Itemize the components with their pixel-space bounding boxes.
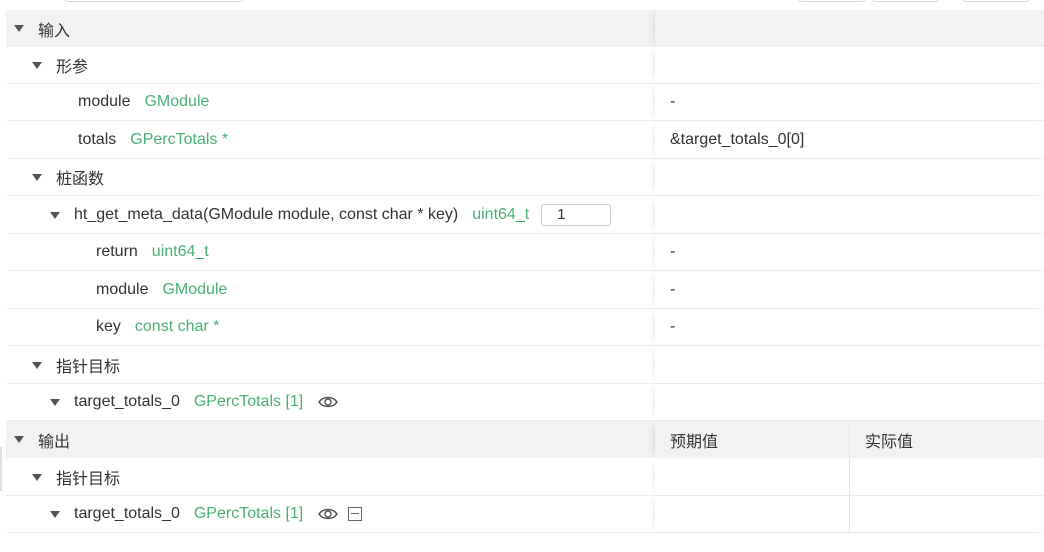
group-label: 桩函数 — [56, 171, 105, 188]
collapse-caret-icon[interactable] — [14, 436, 24, 443]
stub-return-type: uint64_t — [472, 206, 530, 223]
column-divider — [849, 496, 850, 532]
stub-row-module[interactable]: module GModule - — [6, 272, 1044, 309]
stub-field-name: return — [96, 243, 138, 260]
pointer-target-row[interactable]: target_totals_0 GPercTotals [1] — [6, 384, 1044, 421]
stub-field-value: - — [670, 243, 676, 260]
value-cell[interactable]: - — [655, 234, 1044, 270]
pointer-targets-group[interactable]: 指针目标 — [6, 347, 1044, 384]
stub-field-type: const char * — [134, 318, 220, 335]
target-type: GPercTotals [1] — [193, 505, 304, 522]
output-column-headers: 预期值 实际值 — [655, 421, 1044, 458]
collapse-caret-icon[interactable] — [32, 361, 42, 369]
stub-row-key[interactable]: key const char * - — [6, 309, 1044, 346]
param-type: GModule — [144, 93, 210, 110]
param-value: &target_totals_0[0] — [670, 131, 805, 148]
value-cell[interactable]: &target_totals_0[0] — [655, 122, 1044, 158]
collapse-caret-icon[interactable] — [32, 61, 42, 69]
input-section-header[interactable]: 输入 — [6, 10, 1044, 47]
group-label: 形参 — [56, 59, 89, 76]
group-label: 指针目标 — [56, 359, 121, 376]
param-row-totals[interactable]: totals GPercTotals * &target_totals_0[0] — [6, 122, 1044, 159]
stub-field-value: - — [670, 281, 676, 298]
actual-column-header: 实际值 — [865, 433, 914, 451]
value-cell — [655, 159, 1044, 195]
stub-signature: ht_get_meta_data(GModule module, const c… — [74, 206, 459, 223]
collapse-caret-icon[interactable] — [50, 398, 60, 406]
collapse-caret-icon[interactable] — [32, 473, 42, 481]
value-cell[interactable]: - — [655, 84, 1044, 120]
collapse-caret-icon[interactable] — [32, 173, 42, 181]
expected-column-header: 预期值 — [670, 433, 719, 451]
param-value: - — [670, 93, 676, 110]
param-name: module — [78, 93, 131, 110]
eye-icon[interactable] — [317, 394, 339, 410]
stub-field-name: module — [96, 281, 149, 298]
section-label: 输入 — [38, 22, 71, 40]
left-edge-indicator — [0, 447, 2, 491]
column-divider — [849, 459, 850, 495]
column-divider — [849, 421, 850, 458]
value-cell — [655, 347, 1044, 383]
toolbar-button-1[interactable] — [798, 0, 866, 2]
value-cell — [655, 459, 1044, 495]
output-pointer-targets-group[interactable]: 指针目标 — [6, 459, 1044, 496]
output-pointer-target-row[interactable]: target_totals_0 GPercTotals [1] — [6, 496, 1044, 533]
target-name: target_totals_0 — [74, 505, 180, 522]
eye-icon[interactable] — [317, 506, 339, 522]
param-type: GPercTotals * — [130, 131, 229, 148]
collapse-caret-icon[interactable] — [50, 211, 60, 219]
toolbar-input[interactable] — [64, 0, 244, 2]
call-count-input[interactable]: 1 — [541, 204, 612, 226]
toolbar-button-2[interactable] — [871, 0, 939, 2]
param-name: totals — [78, 131, 117, 148]
toolbar-button-3[interactable] — [962, 0, 1030, 2]
collapse-caret-icon[interactable] — [50, 510, 60, 518]
target-name: target_totals_0 — [74, 393, 180, 410]
section-label: 输出 — [38, 433, 71, 451]
group-label: 指针目标 — [56, 471, 121, 488]
stub-field-value: - — [670, 318, 676, 335]
value-cell[interactable] — [655, 496, 1044, 532]
collapse-caret-icon[interactable] — [14, 25, 24, 32]
param-row-module[interactable]: module GModule - — [6, 84, 1044, 121]
toolbar-strip — [0, 0, 1044, 10]
collapse-box-icon[interactable] — [348, 507, 363, 521]
stub-function-row[interactable]: ht_get_meta_data(GModule module, const c… — [6, 197, 1044, 234]
value-cell — [655, 47, 1044, 83]
target-type: GPercTotals [1] — [193, 393, 304, 410]
stub-field-type: GModule — [162, 281, 228, 298]
stub-field-type: uint64_t — [151, 243, 209, 260]
value-cell — [655, 197, 1044, 233]
value-cell — [655, 384, 1044, 420]
value-cell[interactable]: - — [655, 309, 1044, 345]
value-cell[interactable]: - — [655, 272, 1044, 308]
params-group[interactable]: 形参 — [6, 47, 1044, 84]
stub-row-return[interactable]: return uint64_t - — [6, 234, 1044, 271]
output-section-header[interactable]: 输出 预期值 实际值 — [6, 421, 1044, 458]
value-cell — [655, 10, 1044, 47]
stub-field-name: key — [96, 318, 121, 335]
stubs-group[interactable]: 桩函数 — [6, 159, 1044, 196]
